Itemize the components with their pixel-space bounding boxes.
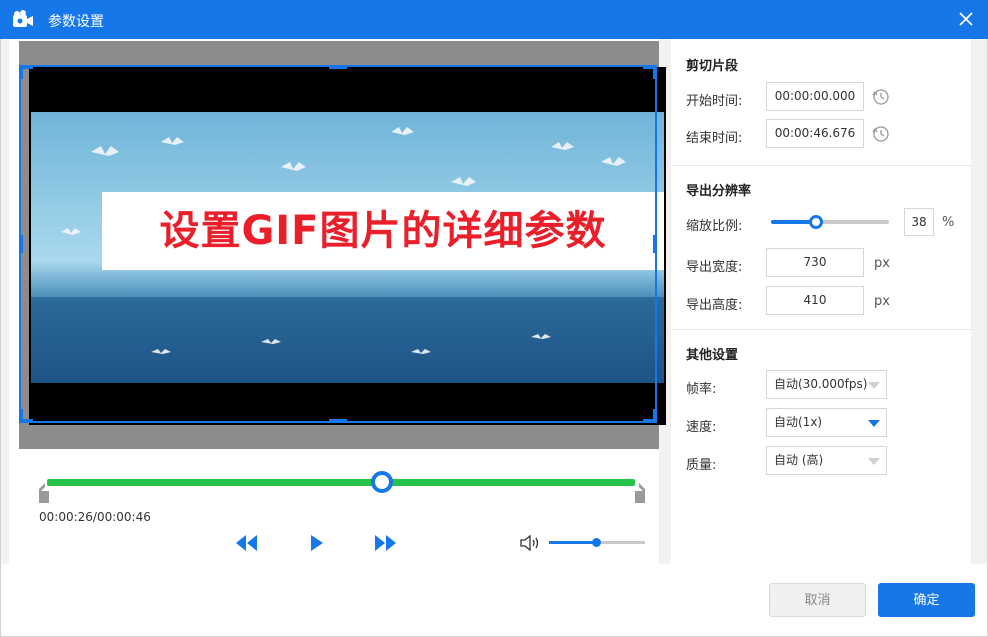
width-input[interactable]: 730	[766, 248, 864, 277]
close-icon[interactable]	[956, 9, 976, 29]
end-time-label: 结束时间:	[686, 131, 743, 146]
chevron-down-icon	[868, 458, 880, 465]
fast-forward-button[interactable]	[373, 532, 399, 554]
end-time-input[interactable]: 00:00:46.676	[766, 119, 864, 148]
settings-panel: 剪切片段 开始时间: 00:00:00.000 结束时间: 00:00:46.6…	[671, 39, 971, 564]
crop-handle-top-left-v[interactable]	[19, 65, 23, 79]
start-time-input[interactable]: 00:00:00.000	[766, 82, 864, 111]
volume-knob[interactable]	[592, 538, 602, 547]
playhead[interactable]	[371, 471, 394, 493]
trim-end-handle[interactable]	[635, 477, 645, 503]
crop-handle-bottom-right-v[interactable]	[653, 409, 657, 423]
clip-section-title: 剪切片段	[686, 59, 739, 74]
trim-start-handle[interactable]	[39, 477, 49, 503]
crop-handle-top[interactable]	[329, 65, 347, 69]
chevron-down-icon	[868, 420, 880, 427]
chevron-down-icon	[868, 382, 880, 389]
quality-value: 自动 (高)	[774, 453, 824, 467]
width-unit: px	[874, 256, 890, 271]
overlay-caption: 设置GIF图片的详细参数	[102, 192, 664, 270]
scale-unit: %	[942, 215, 955, 230]
framerate-value: 自动(30.000fps)	[774, 377, 868, 391]
reset-end-clock-icon[interactable]	[871, 124, 891, 144]
speed-value: 自动(1x)	[774, 415, 823, 429]
height-input[interactable]: 410	[766, 286, 864, 315]
timeline-track[interactable]	[47, 479, 635, 486]
volume-slider[interactable]	[549, 538, 645, 547]
cancel-button[interactable]: 取消	[769, 583, 866, 617]
crop-handle-right[interactable]	[653, 235, 657, 253]
crop-handle-left[interactable]	[19, 235, 23, 253]
speed-label: 速度:	[686, 420, 717, 435]
video-camera-icon	[13, 10, 33, 27]
volume-fill	[549, 541, 597, 544]
height-unit: px	[874, 294, 890, 309]
height-label: 导出高度:	[686, 298, 743, 313]
other-section-title: 其他设置	[686, 348, 739, 363]
scale-slider[interactable]	[771, 215, 889, 229]
width-label: 导出宽度:	[686, 260, 743, 275]
dialog-body: 设置GIF图片的详细参数 00:00:26/00:00:46 剪切片段 开始时间…	[0, 39, 988, 564]
framerate-select[interactable]: 自动(30.000fps)	[766, 370, 887, 399]
play-button[interactable]	[303, 532, 329, 554]
confirm-button[interactable]: 确定	[878, 583, 975, 617]
divider	[671, 329, 971, 330]
crop-handle-bottom-left-v[interactable]	[19, 409, 23, 423]
crop-handle-top-right-v[interactable]	[653, 65, 657, 79]
volume-icon[interactable]	[519, 534, 541, 552]
framerate-label: 帧率:	[686, 382, 717, 397]
reset-start-clock-icon[interactable]	[871, 87, 891, 107]
scale-slider-knob[interactable]	[808, 215, 823, 229]
window-title: 参数设置	[48, 14, 104, 30]
quality-label: 质量:	[686, 458, 717, 473]
scale-input[interactable]: 38	[904, 208, 934, 236]
scale-label: 缩放比例:	[686, 219, 743, 234]
timeline[interactable]	[39, 471, 645, 515]
crop-handle-bottom[interactable]	[329, 419, 347, 423]
current-time: 00:00:26/00:00:46	[39, 510, 151, 524]
divider	[671, 165, 971, 166]
preview-panel: 设置GIF图片的详细参数 00:00:26/00:00:46	[9, 39, 666, 564]
quality-select[interactable]: 自动 (高)	[766, 446, 887, 475]
rewind-button[interactable]	[233, 532, 259, 554]
video-preview: 设置GIF图片的详细参数	[29, 67, 666, 425]
resolution-section-title: 导出分辨率	[686, 184, 752, 199]
title-bar: 参数设置	[0, 0, 988, 39]
speed-select[interactable]: 自动(1x)	[766, 408, 887, 437]
start-time-label: 开始时间:	[686, 94, 743, 109]
dialog-footer: 取消 确定	[0, 564, 988, 637]
